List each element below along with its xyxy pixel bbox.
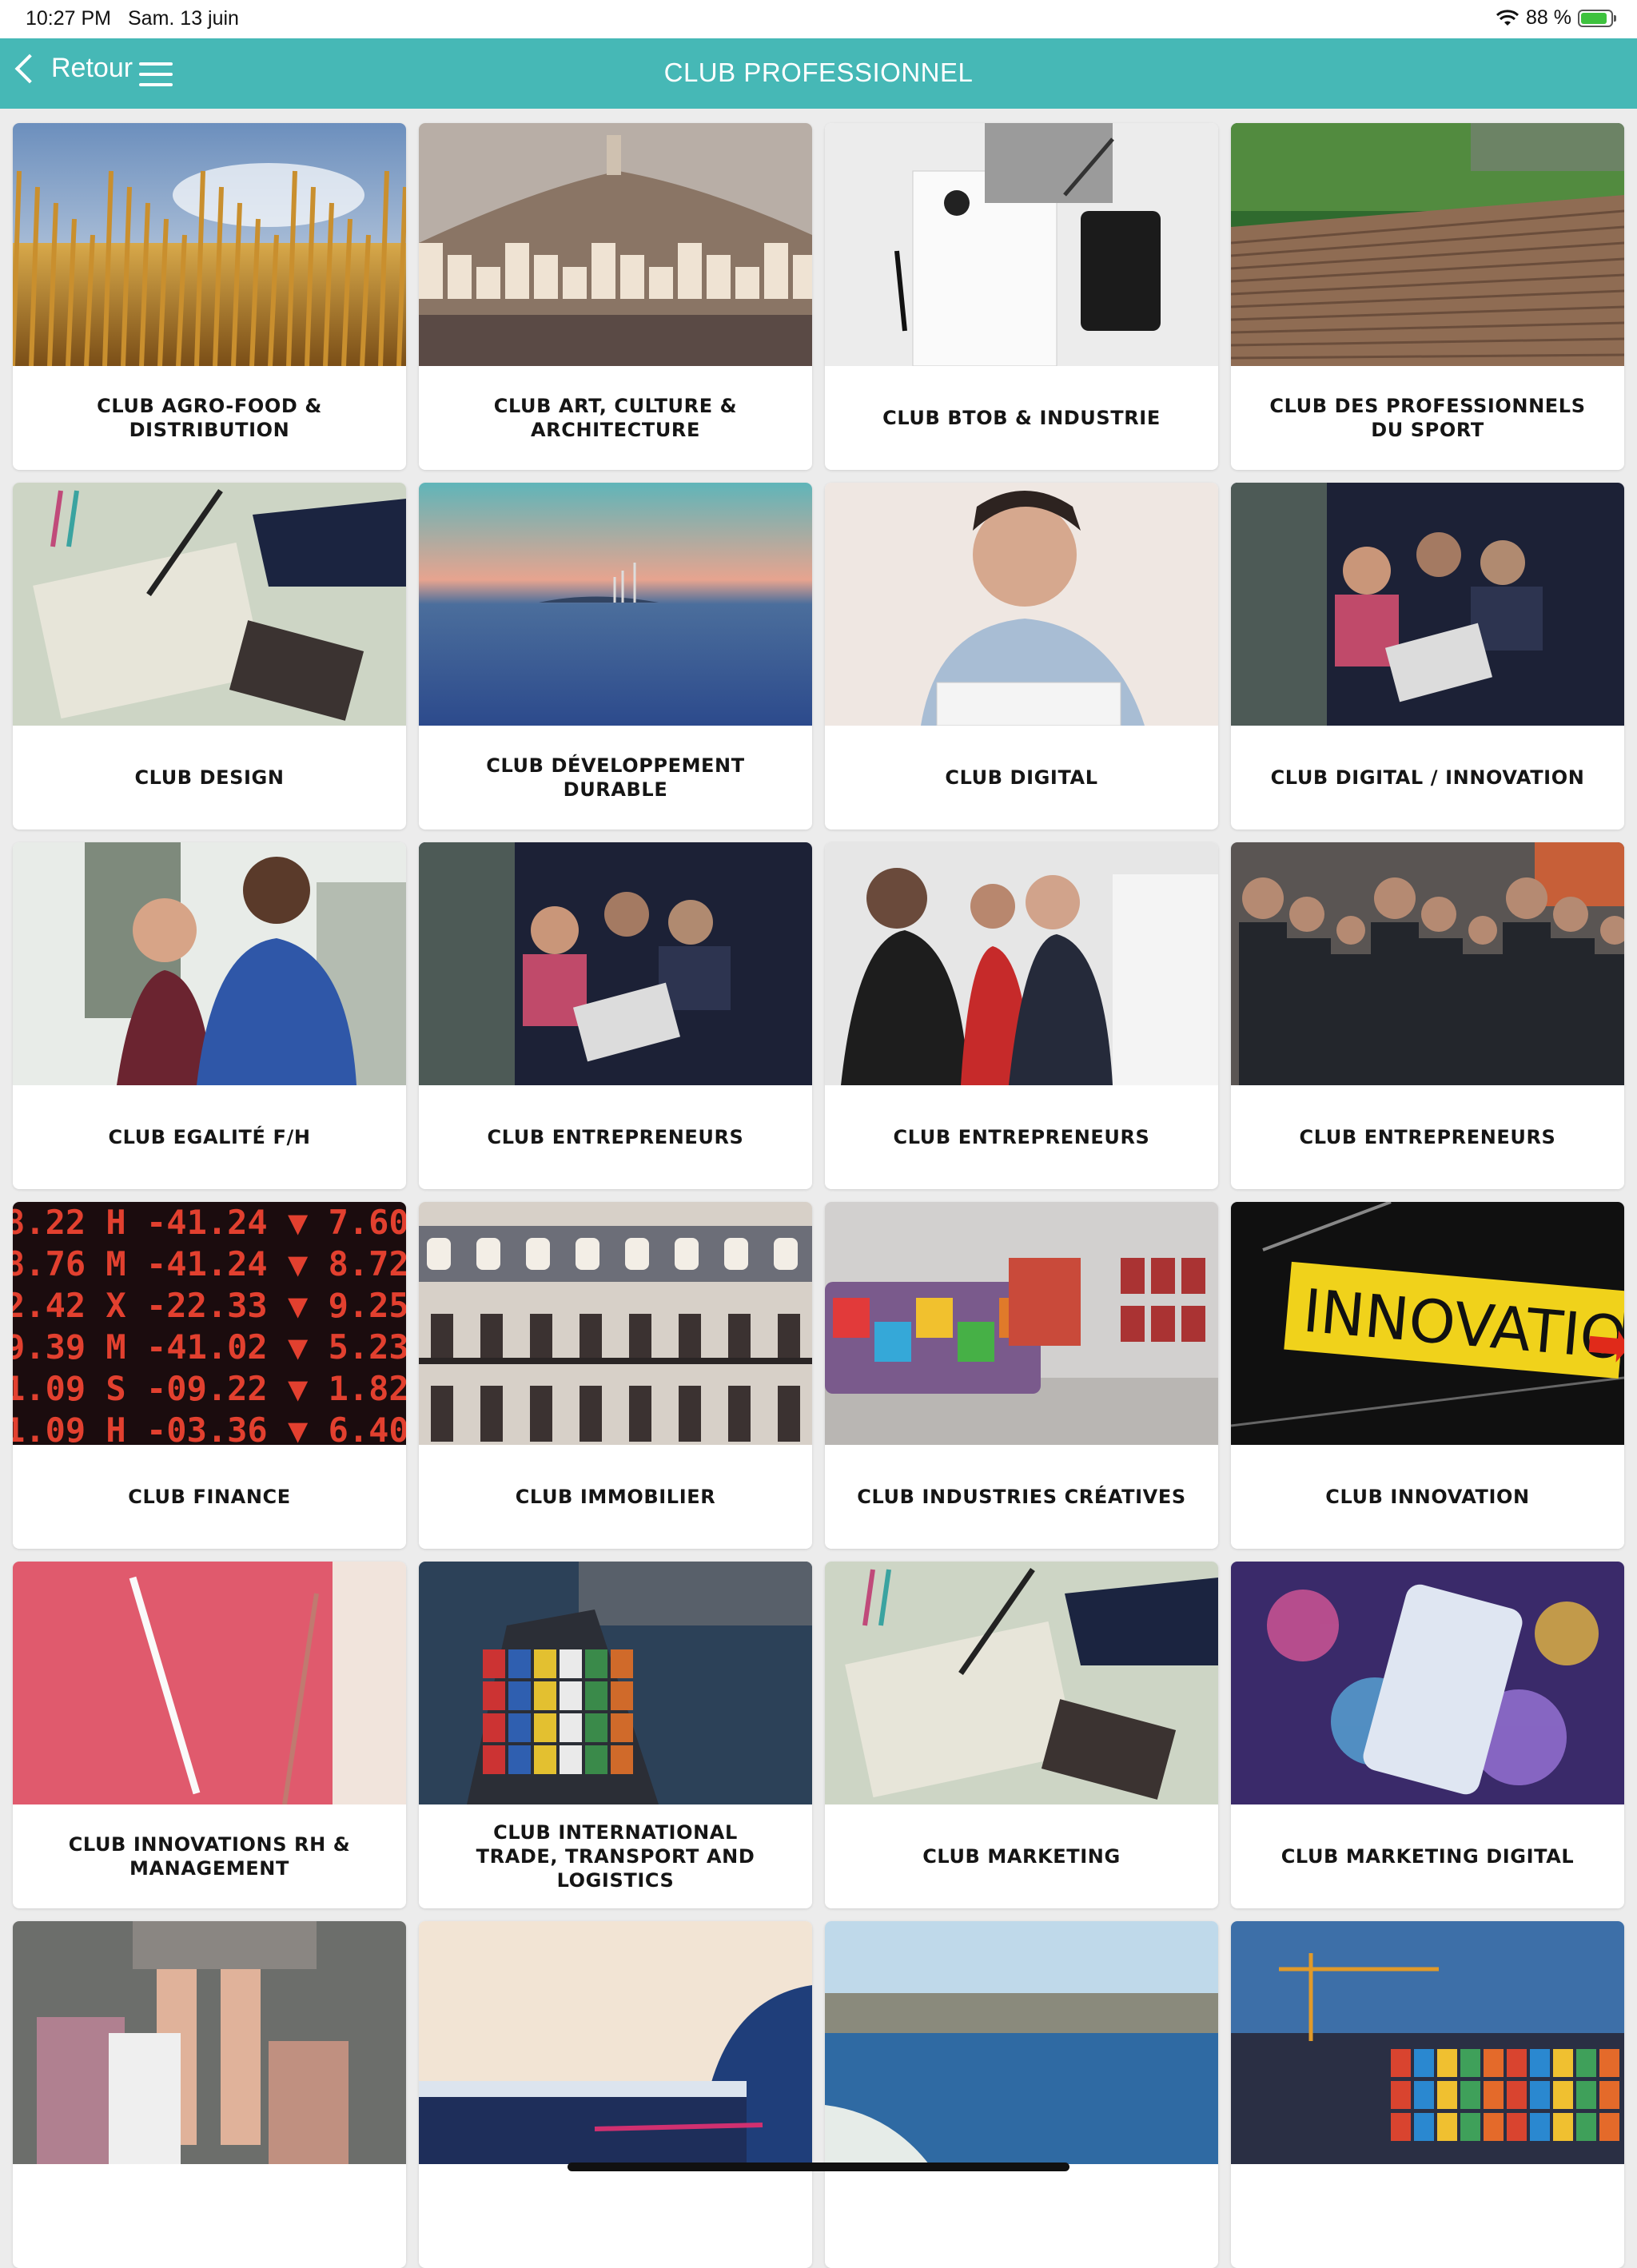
club-card-label: CLUB ENTREPRENEURS — [487, 1126, 744, 1148]
wifi-icon — [1496, 9, 1520, 26]
club-card-label: CLUB INNOVATION — [1325, 1486, 1530, 1508]
club-card[interactable]: CLUB ART, CULTURE & ARCHITECTURE — [419, 123, 812, 470]
club-card-label: CLUB INNOVATIONS RH & MANAGEMENT — [68, 1833, 351, 1880]
club-card-label: CLUB IMMOBILIER — [515, 1486, 716, 1508]
club-card[interactable]: CLUB IMMOBILIER — [419, 1202, 812, 1549]
club-card[interactable]: CLUB DIGITAL / INNOVATION — [1231, 483, 1624, 830]
status-right: 88 % — [1496, 6, 1616, 30]
club-card[interactable] — [1231, 1921, 1624, 2268]
club-card[interactable]: INNOVATION CLUB INNOVATION — [1231, 1202, 1624, 1549]
club-card-label: CLUB FINANCE — [128, 1486, 291, 1508]
navbar: Retour CLUB PROFESSIONNEL — [0, 38, 1637, 109]
building-facade-photo — [419, 1202, 812, 1445]
stock-ticker-photo: 8.22 H -41.24 ▼ 7.60% 8.76 M -41.24 ▼ 8.7… — [13, 1202, 406, 1445]
graffiti-gallery-photo — [825, 1202, 1218, 1445]
status-date: Sam. 13 juin — [128, 7, 239, 30]
club-card[interactable]: CLUB ENTREPRENEURS — [419, 842, 812, 1189]
svg-text:8.22 H -41.24 ▼ 7.60%: 8.22 H -41.24 ▼ 7.60% — [13, 1203, 406, 1242]
networking-event-photo — [825, 842, 1218, 1085]
club-card-label: CLUB DÉVELOPPEMENT DURABLE — [486, 754, 745, 801]
club-card[interactable]: CLUB DIGITAL — [825, 483, 1218, 830]
club-card-label: CLUB EGALITÉ F/H — [108, 1126, 311, 1148]
cargo-ship-photo — [419, 1562, 812, 1804]
svg-text:8.76 M -41.24 ▼ 8.72%: 8.76 M -41.24 ▼ 8.72% — [13, 1244, 406, 1283]
club-card-label: CLUB INTERNATIONAL TRADE, TRANSPORT AND … — [476, 1821, 755, 1892]
club-card-label: CLUB BTOB & INDUSTRIE — [882, 407, 1161, 429]
svg-text:9.39 M -41.02 ▼ 5.23%: 9.39 M -41.02 ▼ 5.23% — [13, 1327, 406, 1367]
club-card[interactable]: CLUB MARKETING — [825, 1562, 1218, 1908]
club-card-label: CLUB INDUSTRIES CRÉATIVES — [857, 1486, 1186, 1508]
harbor-sea-photo — [825, 1921, 1218, 2164]
club-card[interactable]: CLUB MARKETING DIGITAL — [1231, 1562, 1624, 1908]
crowd-event-photo — [1231, 842, 1624, 1085]
club-card[interactable]: CLUB ENTREPRENEURS — [1231, 842, 1624, 1189]
port-night-photo — [1231, 1921, 1624, 2164]
club-card-label: CLUB DES PROFESSIONNELS DU SPORT — [1269, 395, 1586, 441]
club-card[interactable]: CLUB ENTREPRENEURS — [825, 842, 1218, 1189]
desk-tablet-photo — [825, 123, 1218, 366]
svg-text:2.42 X -22.33 ▼ 9.25%: 2.42 X -22.33 ▼ 9.25% — [13, 1286, 406, 1325]
drawing-tablet-photo — [13, 483, 406, 726]
drawing-tablet-photo — [825, 1562, 1218, 1804]
club-card[interactable]: CLUB DÉVELOPPEMENT DURABLE — [419, 483, 812, 830]
club-card[interactable]: CLUB EGALITÉ F/H — [13, 842, 406, 1189]
woman-man-photo — [13, 842, 406, 1085]
club-card[interactable]: 8.22 H -41.24 ▼ 7.60% 8.76 M -41.24 ▼ 8.7… — [13, 1202, 406, 1549]
club-card-label: CLUB AGRO-FOOD & DISTRIBUTION — [97, 395, 322, 441]
club-card-label — [825, 2164, 1218, 2268]
shopping-bags-photo — [13, 1921, 406, 2164]
club-card-label — [1231, 2164, 1624, 2268]
club-card-label — [13, 2164, 406, 2268]
club-card[interactable]: CLUB INNOVATIONS RH & MANAGEMENT — [13, 1562, 406, 1908]
club-card[interactable] — [825, 1921, 1218, 2268]
team-laptop-photo — [1231, 483, 1624, 726]
man-laptop-photo — [825, 483, 1218, 726]
wind-turbines-sea-photo — [419, 483, 812, 726]
page-title: CLUB PROFESSIONNEL — [663, 58, 974, 87]
club-card[interactable]: CLUB INDUSTRIES CRÉATIVES — [825, 1202, 1218, 1549]
club-card-label: CLUB MARKETING — [922, 1845, 1121, 1868]
battery-icon — [1578, 9, 1616, 27]
innovation-sign-photo: INNOVATION — [1231, 1202, 1624, 1445]
club-card[interactable] — [419, 1921, 812, 2268]
status-bar: 10:27 PM Sam. 13 juin 88 % — [0, 0, 1637, 38]
club-card-label — [419, 2164, 812, 2268]
club-grid: CLUB AGRO-FOOD & DISTRIBUTION CLUB ART, C… — [13, 123, 1624, 2268]
club-card[interactable]: CLUB INTERNATIONAL TRADE, TRANSPORT AND … — [419, 1562, 812, 1908]
city-hill-photo — [419, 123, 812, 366]
club-card-label: CLUB ART, CULTURE & ARCHITECTURE — [493, 395, 738, 441]
club-card-label: CLUB DIGITAL — [945, 766, 1098, 789]
wheat-field-photo — [13, 123, 406, 366]
svg-text:1.09 H -03.36 ▼ 6.40%: 1.09 H -03.36 ▼ 6.40% — [13, 1411, 406, 1445]
club-card-label: CLUB DIGITAL / INNOVATION — [1270, 766, 1585, 789]
club-card[interactable]: CLUB DES PROFESSIONNELS DU SPORT — [1231, 123, 1624, 470]
battery-percent: 88 % — [1526, 6, 1571, 29]
status-time: 10:27 PM — [26, 7, 112, 30]
club-card[interactable] — [13, 1921, 406, 2268]
desk-blue-photo — [419, 1921, 812, 2164]
club-card[interactable]: CLUB BTOB & INDUSTRIE — [825, 123, 1218, 470]
home-indicator[interactable] — [568, 2163, 1069, 2171]
club-card-label: CLUB ENTREPRENEURS — [1299, 1126, 1556, 1148]
team-laptop-photo — [419, 842, 812, 1085]
club-card[interactable]: CLUB AGRO-FOOD & DISTRIBUTION — [13, 123, 406, 470]
phone-bokeh-photo — [1231, 1562, 1624, 1804]
club-card[interactable]: CLUB DESIGN — [13, 483, 406, 830]
club-card-label: CLUB MARKETING DIGITAL — [1281, 1845, 1575, 1868]
pen-notebook-photo — [13, 1562, 406, 1804]
club-card-label: CLUB DESIGN — [134, 766, 285, 789]
club-card-label: CLUB ENTREPRENEURS — [893, 1126, 1150, 1148]
stadium-photo — [1231, 123, 1624, 366]
svg-text:1.09 S -09.22 ▼ 1.82%: 1.09 S -09.22 ▼ 1.82% — [13, 1369, 406, 1408]
